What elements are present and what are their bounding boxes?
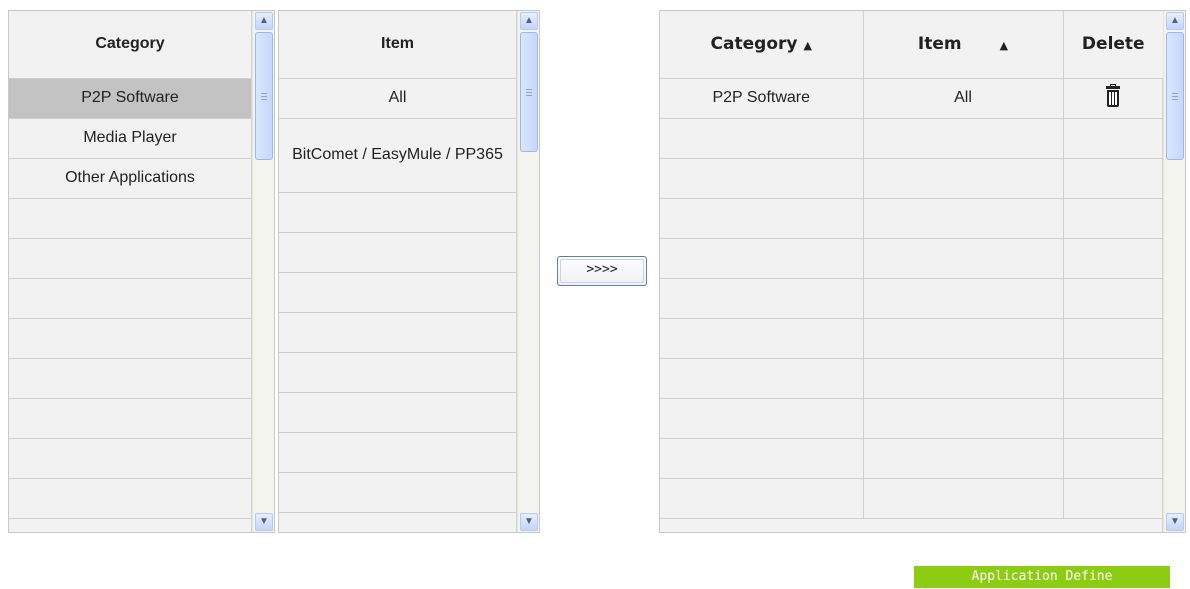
scroll-thumb[interactable]	[255, 32, 273, 160]
category-list-item[interactable]: P2P Software	[9, 78, 251, 119]
selected-item-cell	[862, 118, 1063, 159]
category-list-item[interactable]: Media Player	[9, 118, 251, 159]
selected-table: Category ▲ Item ▲ Delete P2P Software All	[660, 11, 1163, 532]
sort-asc-icon: ▲	[803, 39, 812, 53]
item-list-item[interactable]: BitComet / EasyMule / PP365	[279, 118, 516, 193]
table-row	[660, 358, 1163, 399]
sort-asc-icon: ▲	[999, 39, 1009, 53]
delete-cell	[1062, 438, 1163, 479]
delete-cell	[1062, 78, 1163, 119]
table-row	[660, 118, 1163, 159]
delete-cell	[1062, 478, 1163, 519]
scroll-thumb[interactable]	[1166, 32, 1184, 160]
delete-cell	[1062, 318, 1163, 359]
sort-category-header[interactable]: Category ▲	[660, 11, 863, 79]
selected-item-cell	[862, 478, 1063, 519]
delete-cell	[1062, 358, 1163, 399]
scroll-thumb[interactable]	[520, 32, 538, 152]
category-scrollbar[interactable]: ▲ ▼	[252, 11, 274, 532]
table-row	[660, 318, 1163, 359]
selected-category-cell	[660, 118, 863, 159]
item-list-item[interactable]	[279, 352, 516, 393]
selected-category-cell	[660, 438, 863, 479]
table-row	[660, 198, 1163, 239]
category-list-item[interactable]	[9, 198, 251, 239]
selected-category-cell	[660, 238, 863, 279]
table-row	[660, 438, 1163, 479]
category-list-item[interactable]	[9, 478, 251, 519]
item-list-item[interactable]	[279, 192, 516, 233]
delete-cell	[1062, 118, 1163, 159]
item-list-item[interactable]	[279, 512, 516, 532]
table-row: P2P Software All	[660, 78, 1163, 119]
category-list-item[interactable]	[9, 518, 251, 532]
selected-item-cell: All	[862, 78, 1063, 119]
table-row	[660, 158, 1163, 199]
delete-cell	[1062, 158, 1163, 199]
category-list: Category P2P Software Media Player Other A…	[9, 11, 252, 532]
selected-category-cell	[660, 358, 863, 399]
table-row	[660, 278, 1163, 319]
table-row	[660, 238, 1163, 279]
table-row	[660, 478, 1163, 519]
selected-item-cell	[862, 198, 1063, 239]
category-panel: Category P2P Software Media Player Other A…	[8, 10, 275, 533]
item-list-item[interactable]	[279, 272, 516, 313]
item-list-item[interactable]	[279, 472, 516, 513]
category-list-item[interactable]	[9, 358, 251, 399]
scroll-up-arrow-icon[interactable]: ▲	[255, 12, 273, 30]
selected-item-cell	[862, 278, 1063, 319]
selected-category-cell: P2P Software	[660, 78, 863, 119]
item-panel: Item All BitComet / EasyMule / PP365 ▲ ▼	[278, 10, 540, 533]
item-list-item[interactable]	[279, 392, 516, 433]
item-list-item[interactable]: All	[279, 78, 516, 119]
scroll-up-arrow-icon[interactable]: ▲	[1166, 12, 1184, 30]
category-list-item[interactable]	[9, 438, 251, 479]
scroll-up-arrow-icon[interactable]: ▲	[520, 12, 538, 30]
sort-item-header[interactable]: Item ▲	[862, 11, 1063, 79]
selected-scrollbar[interactable]: ▲ ▼	[1163, 11, 1185, 532]
scroll-down-arrow-icon[interactable]: ▼	[1166, 513, 1184, 531]
item-list-item[interactable]	[279, 432, 516, 473]
delete-header: Delete	[1062, 11, 1163, 79]
category-list-item[interactable]	[9, 318, 251, 359]
selected-category-cell	[660, 278, 863, 319]
category-list-item[interactable]	[9, 278, 251, 319]
selected-category-cell	[660, 478, 863, 519]
add-selection-label: >>>>	[586, 262, 618, 277]
delete-cell	[1062, 198, 1163, 239]
item-list-item[interactable]	[279, 232, 516, 273]
trash-icon[interactable]	[1106, 83, 1121, 107]
category-header: Category	[9, 11, 251, 79]
selected-item-cell	[862, 158, 1063, 199]
item-scrollbar[interactable]: ▲ ▼	[517, 11, 539, 532]
item-list: Item All BitComet / EasyMule / PP365	[279, 11, 517, 532]
table-row	[660, 398, 1163, 439]
add-selection-button[interactable]: >>>>	[557, 256, 647, 286]
selected-item-cell	[862, 438, 1063, 479]
delete-cell	[1062, 238, 1163, 279]
scroll-down-arrow-icon[interactable]: ▼	[255, 513, 273, 531]
selected-category-cell	[660, 198, 863, 239]
selected-item-cell	[862, 398, 1063, 439]
selected-item-cell	[862, 318, 1063, 359]
selected-panel: Category ▲ Item ▲ Delete P2P Software All ▲…	[659, 10, 1186, 533]
selected-item-cell	[862, 358, 1063, 399]
application-define-button[interactable]: Application Define	[914, 566, 1170, 588]
selected-category-cell	[660, 318, 863, 359]
item-list-item[interactable]	[279, 312, 516, 353]
selected-category-cell	[660, 158, 863, 199]
selected-category-cell	[660, 398, 863, 439]
category-list-item[interactable]	[9, 238, 251, 279]
category-list-item[interactable]: Other Applications	[9, 158, 251, 199]
item-header: Item	[279, 11, 516, 79]
delete-cell	[1062, 278, 1163, 319]
delete-cell	[1062, 398, 1163, 439]
scroll-down-arrow-icon[interactable]: ▼	[520, 513, 538, 531]
category-list-item[interactable]	[9, 398, 251, 439]
selected-item-cell	[862, 238, 1063, 279]
